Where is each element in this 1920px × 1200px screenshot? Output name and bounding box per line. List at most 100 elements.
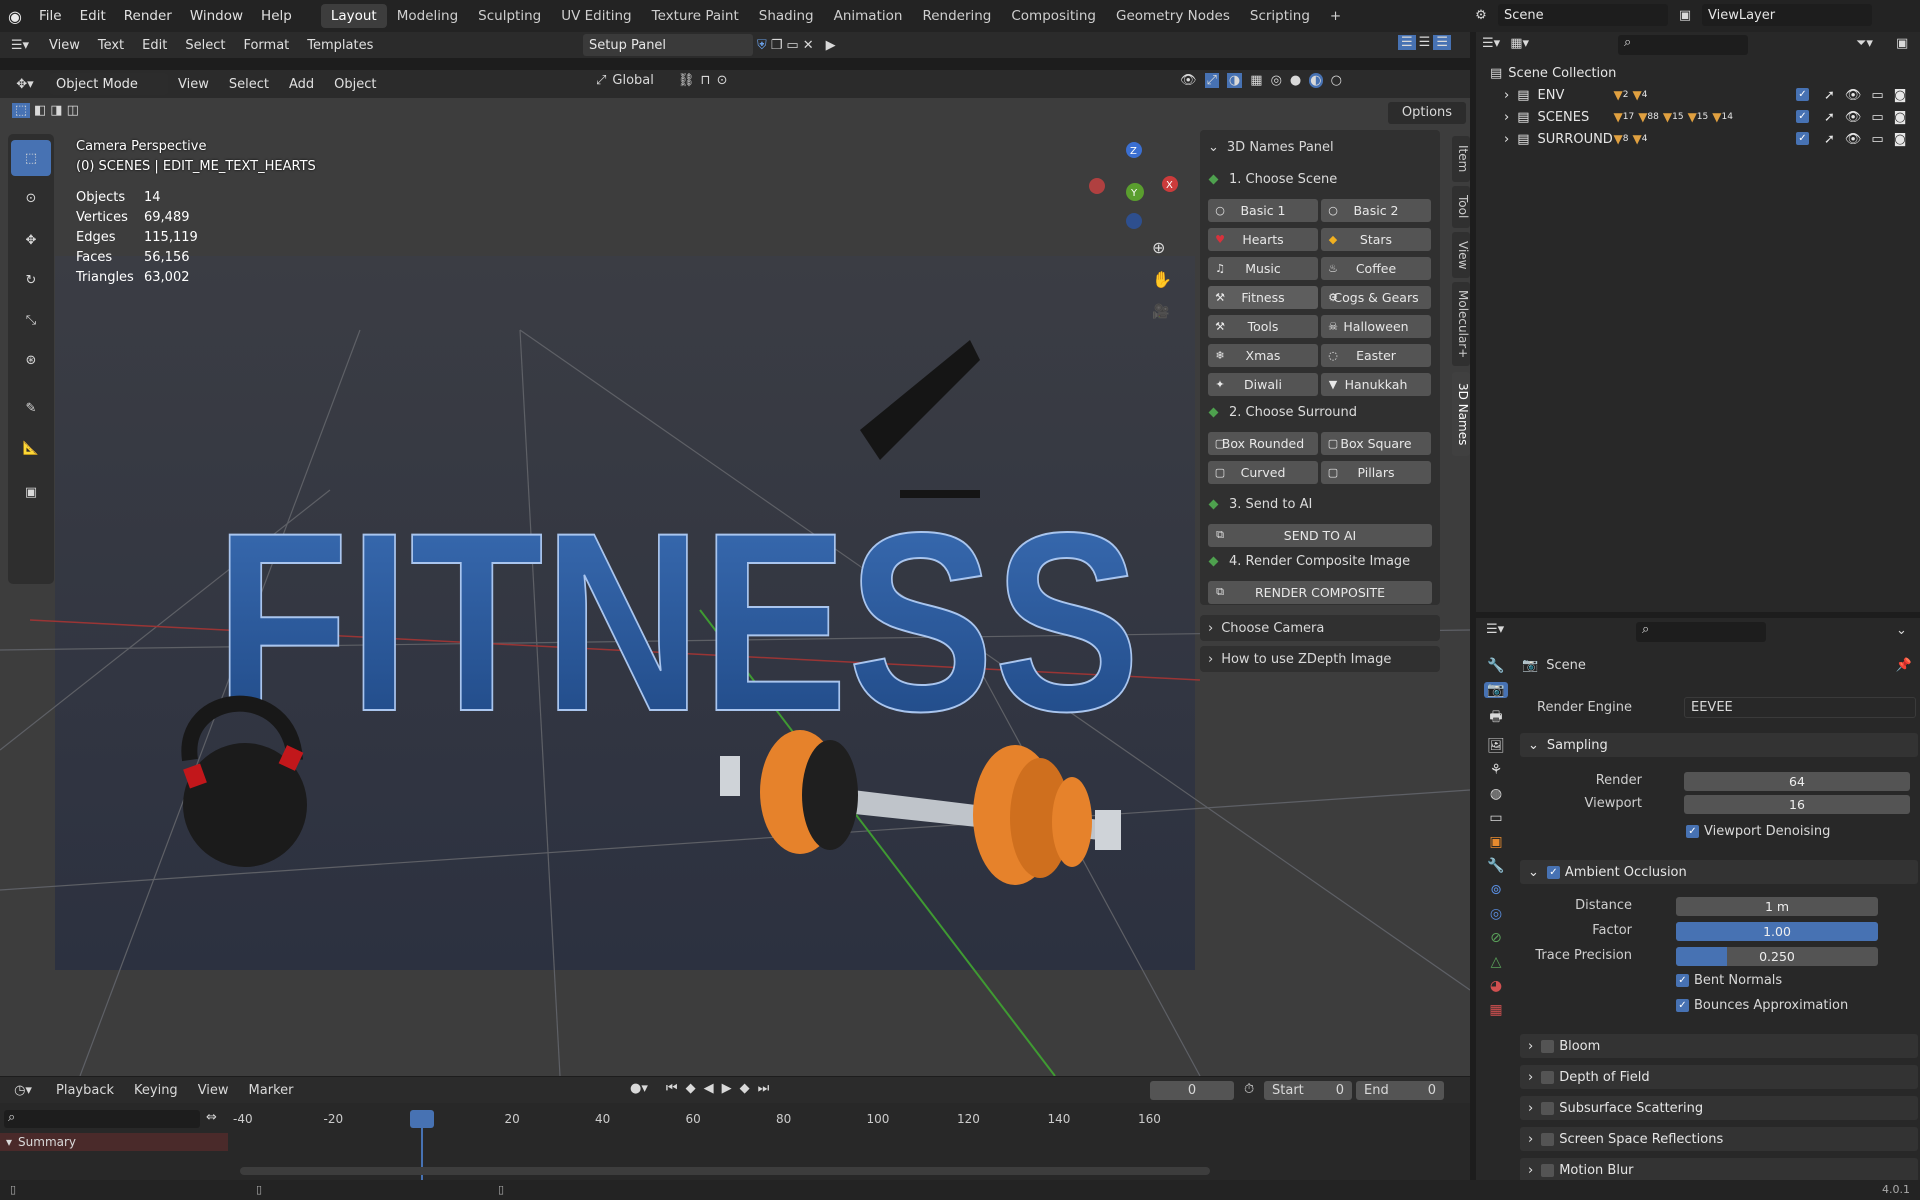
ao-distance-field[interactable]: 1 m (1676, 897, 1878, 916)
object-properties-icon[interactable]: ▣ (1489, 834, 1502, 850)
exclude-checkbox-icon[interactable]: ✓ (1796, 109, 1809, 123)
text-menu-edit[interactable]: Edit (133, 38, 176, 53)
close-icon[interactable]: ✕ (803, 38, 814, 53)
mode-selector[interactable]: Object Mode (50, 73, 168, 95)
exclude-checkbox-icon[interactable]: ✓ (1796, 131, 1809, 145)
tab-texture-paint[interactable]: Texture Paint (642, 4, 749, 28)
render-properties-icon[interactable]: 📷 (1484, 682, 1508, 698)
sidebar-tab-item[interactable]: Item (1452, 136, 1470, 182)
editor-type-icon[interactable]: ☰▾ (0, 38, 40, 53)
play-icon[interactable]: ▶ (722, 1081, 732, 1096)
checkbox-icon[interactable] (1541, 1039, 1555, 1053)
eye-icon[interactable]: 👁 (1845, 132, 1862, 147)
view-layer-properties-icon[interactable]: 🖼 (1487, 738, 1505, 754)
ambient-occlusion-panel[interactable]: ⌄ ✓ Ambient Occlusion (1520, 860, 1918, 884)
menu-marker[interactable]: Marker (239, 1083, 304, 1098)
render-engine-dropdown[interactable]: EEVEE (1684, 697, 1916, 718)
filter-icon[interactable]: ⏷▾ (1856, 36, 1873, 51)
scene-selector[interactable]: Scene (1498, 4, 1668, 26)
menu-help[interactable]: Help (252, 8, 301, 24)
menu-playback[interactable]: Playback (46, 1083, 124, 1098)
viewport-menu-add[interactable]: Add (279, 77, 324, 92)
transform-tool-icon[interactable]: ⊛ (11, 342, 51, 378)
pin-icon[interactable]: 📌 (1896, 658, 1912, 673)
select-box-tool-icon[interactable]: ⬚ (11, 140, 51, 176)
outliner-row-env[interactable]: › ▤ ENV ▼ 2 ▼ 4 ✓ ➚ 👁 ▭ ◙ (1476, 84, 1920, 106)
pan-hand-icon[interactable]: ✋ (1152, 270, 1172, 289)
add-cube-tool-icon[interactable]: ▣ (11, 474, 51, 510)
menu-file[interactable]: File (30, 8, 71, 24)
sidebar-tab-molecular[interactable]: Molecular+ (1452, 282, 1470, 366)
surround-button-box-rounded[interactable]: ▢ Box Rounded (1208, 432, 1318, 455)
zoom-icon[interactable]: ⊕ (1152, 238, 1165, 257)
rendered-shading-icon[interactable]: ○ (1331, 73, 1342, 88)
viewport-menu-select[interactable]: Select (219, 77, 279, 92)
scene-properties-icon[interactable]: ⚘ (1490, 762, 1503, 778)
camera-view-icon[interactable]: 🎥 (1152, 304, 1169, 320)
eye-icon[interactable]: 👁 (1845, 88, 1862, 103)
chevron-right-icon[interactable]: › (1504, 88, 1509, 103)
text-menu-text[interactable]: Text (89, 38, 133, 53)
outliner-row-scenes[interactable]: › ▤ SCENES ▼ 17 ▼ 88 ▼ 15 ▼ 15 ▼ 14 ✓ ➚ 👁 ▭ ◙ (1476, 106, 1920, 128)
summary-channel[interactable]: ▾ Summary (0, 1133, 228, 1151)
world-properties-icon[interactable]: ◍ (1490, 786, 1502, 802)
checkbox-icon[interactable] (1541, 1132, 1555, 1146)
rotate-tool-icon[interactable]: ↻ (11, 262, 51, 298)
scene-button-fitness[interactable]: ⚒ Fitness (1208, 286, 1318, 309)
outliner-search-input[interactable]: ⌕ (1618, 35, 1748, 55)
overlay-toggle-icon[interactable]: ◑ (1226, 73, 1243, 88)
viewport-denoising-checkbox[interactable]: ✓ Viewport Denoising (1686, 824, 1830, 839)
options-dropdown[interactable]: Options (1388, 102, 1466, 124)
section-bloom[interactable]: › Bloom (1520, 1034, 1918, 1058)
camera-icon[interactable]: ◙ (1894, 88, 1907, 103)
end-frame-field[interactable]: End 0 (1356, 1081, 1444, 1100)
scene-button-coffee[interactable]: ♨ Coffee (1321, 257, 1431, 280)
select-arrow-icon[interactable]: ➚ (1824, 132, 1835, 147)
modifier-properties-icon[interactable]: 🔧 (1487, 858, 1504, 874)
properties-editor-icon[interactable]: ☰▾ (1486, 622, 1504, 637)
checkmark-icon[interactable]: ✓ (1546, 865, 1560, 879)
play-reverse-icon[interactable]: ◀ (704, 1081, 714, 1096)
scene-button-tools[interactable]: ⚒ Tools (1208, 315, 1318, 338)
samples-render-field[interactable]: 64 (1684, 772, 1910, 791)
material-shading-icon[interactable]: ◐ (1309, 73, 1323, 88)
send-to-ai-button[interactable]: ⧉ SEND TO AI (1208, 524, 1432, 547)
constraint-properties-icon[interactable]: ⊘ (1490, 930, 1502, 946)
text-menu-select[interactable]: Select (176, 38, 234, 53)
word-wrap-icon[interactable]: ☰ (1419, 35, 1431, 50)
scene-button-xmas[interactable]: ❄ Xmas (1208, 344, 1318, 367)
zdepth-help-panel[interactable]: › How to use ZDepth Image (1200, 646, 1440, 672)
cursor-tool-icon[interactable]: ⊙ (11, 180, 51, 216)
surround-button-curved[interactable]: ▢ Curved (1208, 461, 1318, 484)
scene-button-halloween[interactable]: ☠ Halloween (1321, 315, 1431, 338)
blender-logo-icon[interactable]: ◉ (0, 7, 30, 26)
scene-button-hearts[interactable]: ♥ Hearts (1208, 228, 1318, 251)
camera-icon[interactable]: ◙ (1894, 132, 1907, 147)
menu-view[interactable]: View (188, 1083, 239, 1098)
scene-button-music[interactable]: ♫ Music (1208, 257, 1318, 280)
scene-button-hanukkah[interactable]: ▼ Hanukkah (1321, 373, 1431, 396)
display-mode-icon[interactable]: ▦▾ (1510, 36, 1529, 51)
select-arrow-icon[interactable]: ➚ (1824, 88, 1835, 103)
current-frame-field[interactable]: 0 (1150, 1081, 1234, 1100)
text-file-selector[interactable]: Setup Panel (583, 34, 753, 56)
sidebar-tab-tool[interactable]: Tool (1452, 186, 1470, 228)
record-icon[interactable]: ●▾ (630, 1081, 648, 1096)
scale-tool-icon[interactable]: ⤡ (11, 302, 51, 338)
solid-shading-icon[interactable]: ● (1290, 73, 1301, 88)
select-invert-icon[interactable]: ◫ (67, 103, 79, 118)
outliner-row-scene-collection[interactable]: ▤ Scene Collection (1476, 62, 1920, 84)
shield-icon[interactable]: ⛨ (757, 38, 767, 53)
chevron-down-icon[interactable]: ⌄ (1896, 623, 1907, 638)
next-keyframe-icon[interactable]: ◆ (740, 1081, 750, 1096)
scene-icon[interactable]: ⚙ (1468, 8, 1494, 23)
stopwatch-icon[interactable]: ⏱ (1244, 1082, 1254, 1097)
output-properties-icon[interactable]: 🖶 (1489, 706, 1502, 730)
run-script-icon[interactable]: ▶ (826, 38, 836, 53)
proportional-edit-icon[interactable]: ⊙ (717, 73, 728, 88)
text-menu-format[interactable]: Format (234, 38, 298, 53)
visibility-icon[interactable]: 👁 (1180, 73, 1197, 88)
section-screen-space-reflections[interactable]: › Screen Space Reflections (1520, 1127, 1918, 1151)
samples-viewport-field[interactable]: 16 (1684, 795, 1910, 814)
add-workspace-button[interactable]: + (1320, 4, 1351, 28)
